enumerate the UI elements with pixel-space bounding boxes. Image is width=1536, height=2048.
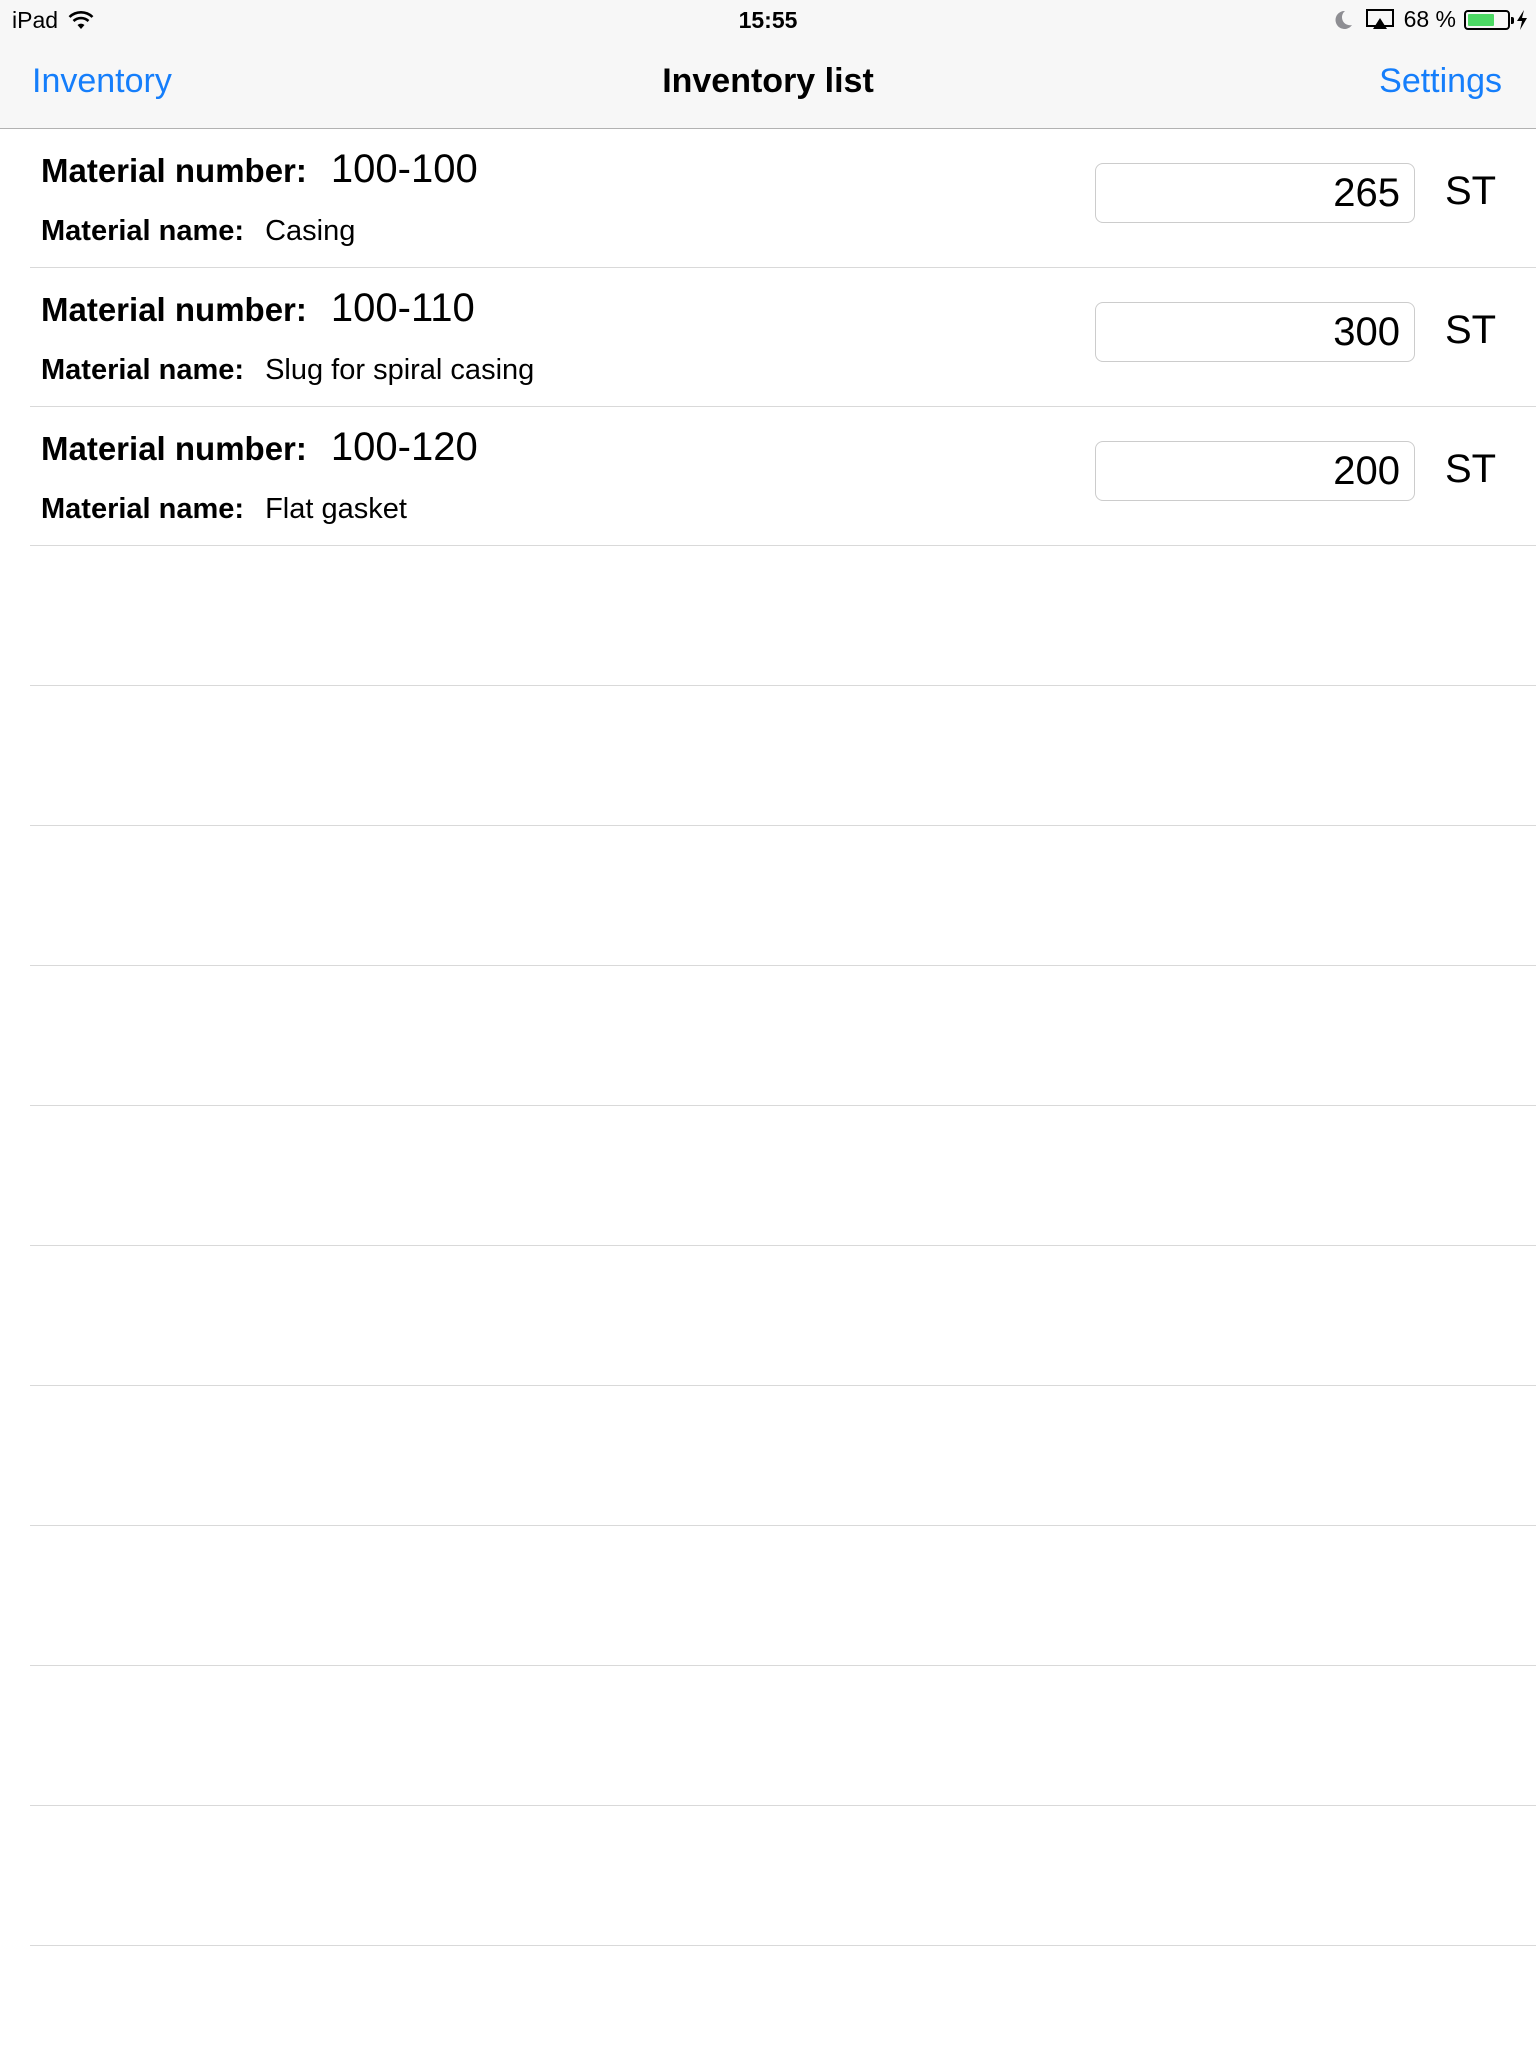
quantity-field[interactable] xyxy=(1095,302,1415,362)
material-name-line: Material name: Slug for spiral casing xyxy=(41,354,534,387)
battery-nub xyxy=(1511,16,1514,24)
material-name-value: Flat gasket xyxy=(265,493,407,525)
battery-icon xyxy=(1464,9,1514,30)
unit-label: ST xyxy=(1445,308,1497,352)
unit-label: ST xyxy=(1445,447,1497,491)
empty-row xyxy=(30,1666,1536,1806)
material-name-label: Material name: xyxy=(41,215,245,247)
screen: iPad 15:55 68 % Inventory Inventory list… xyxy=(0,0,1536,2048)
top-bar: iPad 15:55 68 % Inventory Inventory list… xyxy=(0,0,1536,129)
material-name-line: Material name: Casing xyxy=(41,215,355,248)
material-number-value: 100-120 xyxy=(330,425,478,469)
quantity-field[interactable] xyxy=(1095,163,1415,223)
empty-row xyxy=(30,1526,1536,1666)
material-number-line: Material number: 100-120 xyxy=(41,425,478,470)
table-row[interactable]: Material number: 100-110 Material name: … xyxy=(30,268,1536,407)
material-name-label: Material name: xyxy=(41,493,245,525)
empty-row xyxy=(30,1806,1536,1946)
material-number-value: 100-110 xyxy=(330,286,475,330)
material-number-label: Material number: xyxy=(41,152,307,189)
moon-icon xyxy=(1335,10,1352,29)
airplay-icon xyxy=(1365,8,1394,29)
material-name-value: Casing xyxy=(265,215,356,247)
material-name-label: Material name: xyxy=(41,354,245,386)
empty-row xyxy=(30,826,1536,966)
material-name-value: Slug for spiral casing xyxy=(265,354,535,386)
material-number-line: Material number: 100-100 xyxy=(41,147,478,192)
material-number-label: Material number: xyxy=(41,291,307,328)
battery-percent: 68 % xyxy=(1403,6,1456,32)
settings-button[interactable]: Settings xyxy=(1379,62,1502,101)
navigation-bar: Inventory Inventory list Settings xyxy=(0,40,1536,128)
material-number-line: Material number: 100-110 xyxy=(41,286,475,331)
table-row[interactable]: Material number: 100-100 Material name: … xyxy=(30,129,1536,268)
unit-label: ST xyxy=(1445,169,1497,213)
inventory-table: Material number: 100-100 Material name: … xyxy=(0,129,1536,1946)
quantity-field[interactable] xyxy=(1095,441,1415,501)
material-number-label: Material number: xyxy=(41,430,307,467)
material-number-value: 100-100 xyxy=(330,147,478,191)
charging-bolt-icon xyxy=(1517,9,1527,30)
empty-row xyxy=(30,1246,1536,1386)
status-time: 15:55 xyxy=(738,7,798,33)
status-right: 68 % xyxy=(1332,6,1528,33)
empty-row xyxy=(30,546,1536,686)
empty-row xyxy=(30,686,1536,826)
table-row[interactable]: Material number: 100-120 Material name: … xyxy=(30,407,1536,546)
empty-row xyxy=(30,1386,1536,1526)
page-title: Inventory list xyxy=(662,62,874,100)
empty-row xyxy=(30,1106,1536,1246)
battery-fill xyxy=(1468,13,1494,26)
material-name-line: Material name: Flat gasket xyxy=(41,493,407,526)
status-bar: iPad 15:55 68 % xyxy=(0,0,1536,40)
empty-row xyxy=(30,966,1536,1106)
